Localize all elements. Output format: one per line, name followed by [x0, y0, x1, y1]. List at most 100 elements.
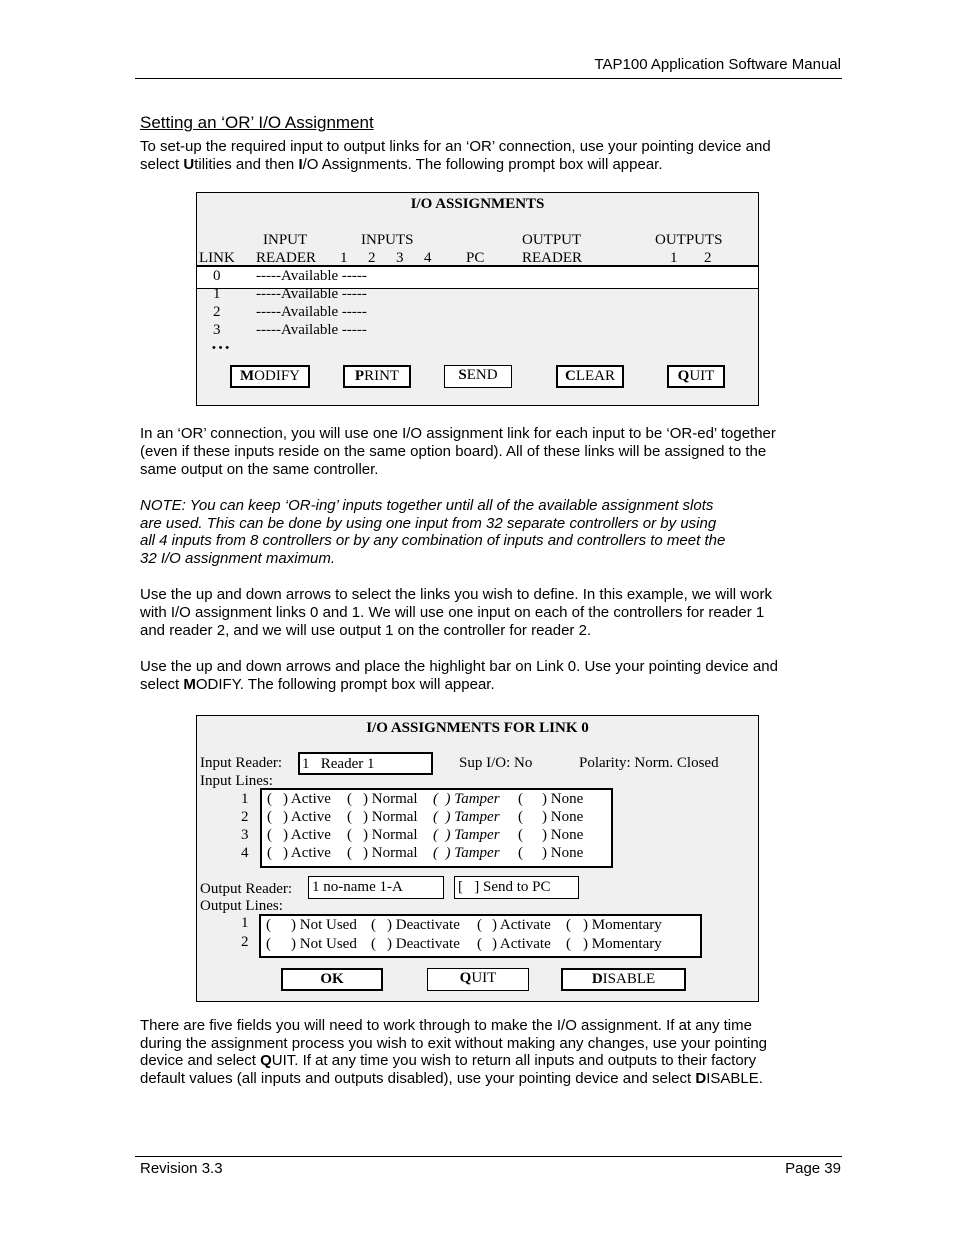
input-line-radio-none[interactable]: ( [518, 790, 523, 808]
para4-line: select MODIFY. The following prompt box … [140, 676, 495, 693]
sup-io-status: Sup I/O: No [459, 755, 533, 771]
output-line-radio-activate[interactable]: ( [477, 916, 482, 934]
para1-line: To set-up the required input to output l… [140, 138, 771, 155]
table-row[interactable]: 3 -----Available ----- [197, 321, 758, 339]
output-line-not-used-option[interactable]: ) Not Used [291, 935, 357, 953]
section-title: Setting an ‘OR’ I/O Assignment [140, 113, 374, 132]
manual-page: TAP100 Application Software Manual Setti… [0, 0, 954, 1235]
link-number: 3 [213, 322, 221, 338]
para2-line: In an ‘OR’ connection, you will use one … [140, 425, 776, 442]
link-number: 0 [213, 268, 221, 284]
col-header-input: INPUT [263, 232, 308, 248]
input-line-none-option[interactable]: ) None [542, 790, 583, 808]
input-line-normal-option[interactable]: ) Normal [363, 844, 418, 862]
para5-line: device and select QUIT. If at any time y… [140, 1052, 757, 1069]
link-status: -----Available ----- [256, 268, 367, 284]
input-line-active-option[interactable]: ) Active [283, 790, 331, 808]
input-line-radio-active[interactable]: ( [267, 826, 272, 844]
input-line-radio-active[interactable]: ( [267, 844, 272, 862]
input-line-number: 1 [241, 791, 249, 807]
input-line-radio-normal[interactable]: ( [347, 826, 352, 844]
output-reader-value: 1 no-name 1-A [312, 879, 403, 895]
link-number: 2 [213, 304, 221, 320]
input-line-none-option[interactable]: ) None [542, 844, 583, 862]
input-line-normal-option[interactable]: ) Normal [363, 826, 418, 844]
link-status: -----Available ----- [256, 322, 367, 338]
footer-page-number: Page 39 [785, 1160, 841, 1177]
input-line-none-option[interactable]: ) None [542, 808, 583, 826]
output-line-radio-deactivate[interactable]: ( [371, 916, 376, 934]
output-line-radio-momentary[interactable]: ( [566, 935, 571, 953]
input-line-radio-tamper[interactable]: ( ) Tamper [433, 844, 500, 862]
output-line-number: 1 [241, 915, 249, 931]
para5-line: default values (all inputs and outputs d… [140, 1070, 763, 1087]
output-reader-label: Output Reader: [200, 881, 293, 897]
input-line-radio-none[interactable]: ( [518, 826, 523, 844]
input-line-radio-none[interactable]: ( [518, 808, 523, 826]
para5-line: There are five fields you will need to w… [140, 1017, 752, 1034]
send-button[interactable]: SEND [444, 365, 512, 388]
input-line-number: 4 [241, 845, 249, 861]
io-assignments-link-dialog: I/O ASSIGNMENTS FOR LINK 0 Input Reader:… [196, 715, 759, 1002]
clear-button[interactable]: CLEAR [556, 365, 624, 388]
output-reader-field[interactable]: 1 no-name 1-A [308, 876, 444, 899]
input-line-radio-normal[interactable]: ( [347, 808, 352, 826]
footer-rule [135, 1156, 842, 1157]
table-row[interactable]: 2 -----Available ----- [197, 303, 758, 321]
input-line-radio-active[interactable]: ( [267, 790, 272, 808]
input-line-radio-tamper[interactable]: ( ) Tamper [433, 790, 500, 808]
dialog-title: I/O ASSIGNMENTS [410, 196, 545, 212]
input-line-radio-active[interactable]: ( [267, 808, 272, 826]
para4-line: Use the up and down arrows and place the… [140, 658, 778, 675]
ok-button[interactable]: OK [281, 968, 383, 991]
col-header-outputs: OUTPUTS [655, 232, 723, 248]
para2-line: (even if these inputs reside on the same… [140, 443, 767, 460]
input-reader-label: Input Reader: [200, 755, 283, 771]
note-line: NOTE: You can keep ‘OR-ing’ inputs toget… [140, 497, 714, 514]
output-line-deactivate-option[interactable]: ) Deactivate [387, 916, 460, 934]
send-to-pc-checkbox[interactable]: [ ] Send to PC [454, 876, 579, 899]
link-number: 1 [213, 286, 221, 302]
footer-revision: Revision 3.3 [140, 1160, 223, 1177]
quit-button[interactable]: QUIT [427, 968, 529, 991]
more-rows-ellipsis: • • • [212, 342, 230, 354]
disable-button[interactable]: DISABLE [561, 968, 686, 991]
output-line-momentary-option[interactable]: ) Momentary [583, 935, 662, 953]
input-line-active-option[interactable]: ) Active [283, 844, 331, 862]
input-line-radio-none[interactable]: ( [518, 844, 523, 862]
output-line-deactivate-option[interactable]: ) Deactivate [387, 935, 460, 953]
input-line-none-option[interactable]: ) None [542, 826, 583, 844]
quit-button[interactable]: QUIT [667, 365, 725, 388]
input-reader-field[interactable]: 1 Reader 1 [298, 752, 433, 775]
output-line-activate-option[interactable]: ) Activate [492, 935, 551, 953]
input-line-normal-option[interactable]: ) Normal [363, 790, 418, 808]
input-line-number: 2 [241, 809, 249, 825]
para3-line: with I/O assignment links 0 and 1. We wi… [140, 604, 765, 621]
print-button[interactable]: PRINT [343, 365, 411, 388]
output-line-radio-momentary[interactable]: ( [566, 916, 571, 934]
para1-line: select Utilities and then I/O Assignment… [140, 156, 663, 173]
input-line-active-option[interactable]: ) Active [283, 826, 331, 844]
output-line-activate-option[interactable]: ) Activate [492, 916, 551, 934]
output-line-not-used-option[interactable]: ) Not Used [291, 916, 357, 934]
input-line-radio-tamper[interactable]: ( ) Tamper [433, 808, 500, 826]
io-assignments-dialog: I/O ASSIGNMENTS INPUT INPUTS OUTPUT OUTP… [196, 192, 759, 406]
input-line-active-option[interactable]: ) Active [283, 808, 331, 826]
modify-button[interactable]: MODIFY [230, 365, 310, 388]
input-line-radio-normal[interactable]: ( [347, 790, 352, 808]
input-reader-value: 1 Reader 1 [302, 756, 375, 772]
dialog-title: I/O ASSIGNMENTS FOR LINK 0 [366, 720, 589, 736]
output-line-radio-activate[interactable]: ( [477, 935, 482, 953]
polarity-status: Polarity: Norm. Closed [579, 755, 719, 771]
input-line-normal-option[interactable]: ) Normal [363, 808, 418, 826]
para3-line: Use the up and down arrows to select the… [140, 586, 772, 603]
input-line-radio-tamper[interactable]: ( ) Tamper [433, 826, 500, 844]
output-line-momentary-option[interactable]: ) Momentary [583, 916, 662, 934]
input-line-radio-normal[interactable]: ( [347, 844, 352, 862]
output-lines-label: Output Lines: [200, 898, 283, 914]
output-line-radio-deactivate[interactable]: ( [371, 935, 376, 953]
send-to-pc-label: [ ] Send to PC [458, 879, 551, 895]
output-line-radio-not-used[interactable]: ( [266, 916, 271, 934]
output-line-radio-not-used[interactable]: ( [266, 935, 271, 953]
table-row[interactable]: 1 -----Available ----- [197, 285, 758, 303]
